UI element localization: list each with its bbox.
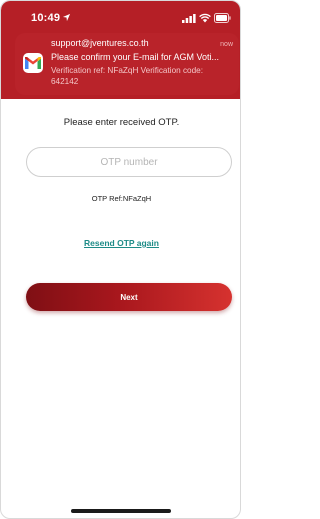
notification-subject: Please confirm your E-mail for AGM Voti.… — [51, 52, 220, 62]
otp-instruction: Please enter received OTP. — [63, 117, 180, 128]
otp-number-input[interactable] — [26, 147, 232, 177]
wifi-icon — [199, 13, 211, 23]
notification-time: now — [220, 41, 233, 48]
cellular-signal-icon — [182, 14, 196, 23]
phone-screen: 10:49 support@jventures.co.th now Please… — [0, 0, 241, 519]
email-notification-banner[interactable]: support@jventures.co.th now Please confi… — [15, 33, 239, 95]
status-time: 10:49 — [31, 12, 61, 24]
next-button[interactable]: Next — [26, 283, 232, 311]
notification-preview: Verification ref: NFaZqH Verification co… — [51, 66, 203, 86]
location-arrow-icon — [62, 13, 71, 22]
resend-otp-link[interactable]: Resend OTP again — [1, 238, 240, 248]
notification-sender: support@jventures.co.th — [51, 38, 149, 48]
home-indicator[interactable] — [71, 509, 171, 513]
otp-reference: OTP Ref:NFaZqH — [91, 194, 152, 203]
status-bar: 10:49 — [1, 12, 240, 28]
gmail-icon — [23, 53, 43, 73]
battery-icon — [214, 13, 231, 23]
